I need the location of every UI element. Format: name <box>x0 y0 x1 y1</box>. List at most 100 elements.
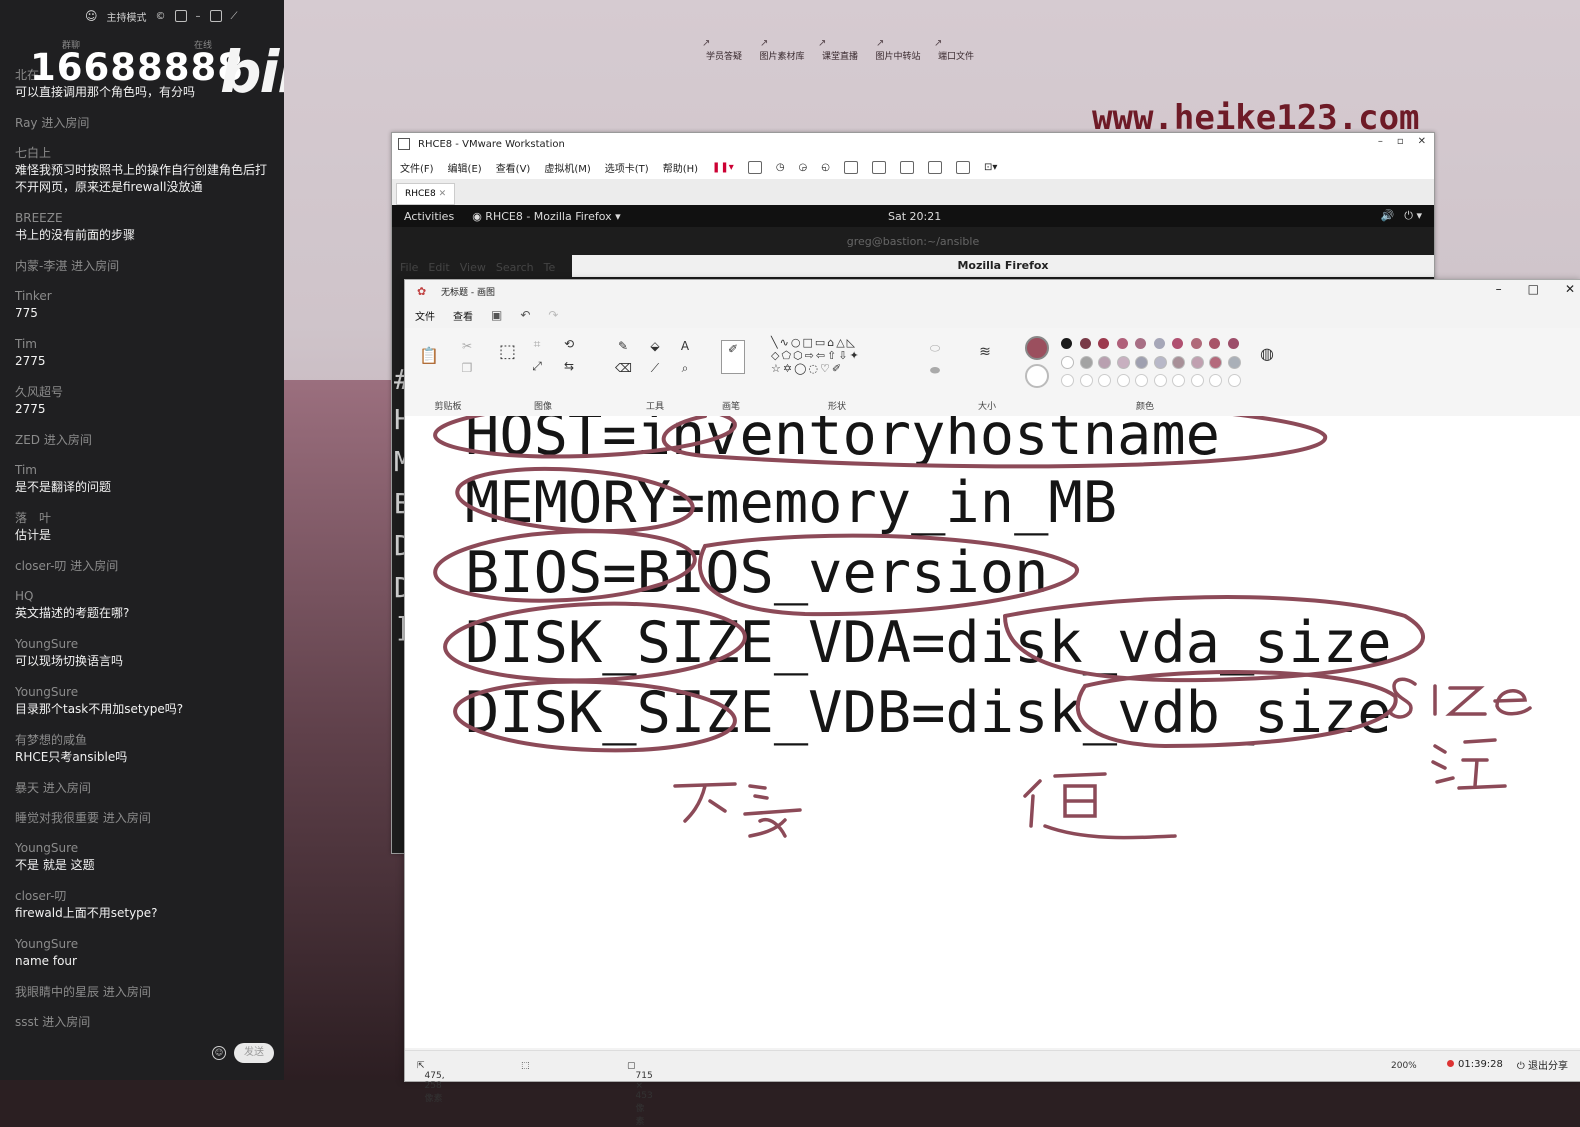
palette-empty-swatch[interactable] <box>1172 374 1185 387</box>
send-keys-icon[interactable] <box>747 160 762 174</box>
shapes-gallery[interactable]: ╲∿○□▭⌂△◺ ◇⬠⬡⇨⇦⇧⇩✦ ☆✡◯◌♡✐ <box>771 336 861 375</box>
paste-icon[interactable]: 📋 <box>419 348 439 364</box>
magnifier-icon[interactable]: ⌕ <box>677 360 693 376</box>
palette-swatch[interactable] <box>1061 338 1072 349</box>
palette-swatch[interactable] <box>1227 338 1239 349</box>
tabs-view-icon[interactable] <box>872 160 887 174</box>
paint-canvas[interactable]: HOST=inventoryhostname MEMORY=memory_in_… <box>405 416 1580 1048</box>
paint-menu-file[interactable]: 文件 <box>415 308 435 323</box>
palette-swatch[interactable] <box>1190 356 1204 369</box>
undo-icon[interactable]: ↶ <box>520 308 530 322</box>
terminal-menu-edit[interactable]: Edit <box>428 261 449 274</box>
palette-swatch[interactable] <box>1135 338 1146 349</box>
snapshot-icon[interactable]: ◷ <box>776 162 785 173</box>
palette-empty-swatch[interactable] <box>1079 374 1093 387</box>
palette-swatch[interactable] <box>1190 338 1202 349</box>
palette-empty-swatch[interactable] <box>1098 374 1111 387</box>
desktop-icon-3[interactable]: ↗ 课堂直播 <box>812 38 868 62</box>
save-icon[interactable]: ▣ <box>491 308 502 322</box>
maximize-icon[interactable] <box>209 10 222 22</box>
chat-username[interactable]: 七白上 <box>15 145 277 162</box>
text-icon[interactable]: A <box>677 338 693 354</box>
menu-file[interactable]: 文件(F) <box>400 160 434 175</box>
palette-swatch[interactable] <box>1061 356 1074 369</box>
fill-style-icon[interactable]: ⬬ <box>927 362 943 378</box>
host-mode-label[interactable]: 主持模式 <box>107 9 147 24</box>
palette-swatch[interactable] <box>1209 356 1222 369</box>
send-button[interactable]: 发送 <box>234 1043 274 1063</box>
paint-menu-view[interactable]: 查看 <box>453 308 473 323</box>
chat-username[interactable]: YoungSure <box>15 936 277 953</box>
flip-icon[interactable]: ⇆ <box>561 358 577 374</box>
menu-tabs[interactable]: 选项卡(T) <box>605 160 649 175</box>
fill-icon[interactable]: ⬙ <box>647 338 663 354</box>
chat-username[interactable]: Tim <box>15 336 277 353</box>
select-icon[interactable]: ⬚ <box>499 343 516 361</box>
chat-username[interactable]: Tim <box>15 462 277 479</box>
palette-empty-swatch[interactable] <box>1135 374 1148 387</box>
desktop-icon-4[interactable]: ↗ 图片中转站 <box>870 38 926 62</box>
maximize-icon[interactable]: □ <box>1528 282 1539 296</box>
terminal-menu-file[interactable]: File <box>400 261 418 274</box>
chat-username[interactable]: YoungSure <box>15 840 277 857</box>
palette-empty-swatch[interactable] <box>1227 374 1241 387</box>
sidebar-view-icon[interactable] <box>844 160 859 174</box>
maximize-icon[interactable]: ▫ <box>1397 136 1404 147</box>
menu-help[interactable]: 帮助(H) <box>663 160 698 175</box>
stretch-icon[interactable]: ⊡▾ <box>984 162 997 173</box>
palette-empty-swatch[interactable] <box>1190 374 1204 387</box>
chat-username[interactable]: YoungSure <box>15 636 277 653</box>
chat-username[interactable]: 有梦想的咸鱼 <box>15 732 277 749</box>
eraser-icon[interactable]: ⌫ <box>615 360 632 376</box>
chat-username[interactable]: HQ <box>15 588 277 605</box>
palette-swatch[interactable] <box>1079 356 1093 369</box>
redo-icon[interactable]: ↷ <box>548 308 558 322</box>
pencil-icon[interactable]: ✎ <box>615 338 631 354</box>
app-menu[interactable]: ◉ RHCE8 - Mozilla Firefox ▾ <box>472 210 620 223</box>
close-icon[interactable]: ✕ <box>439 189 447 199</box>
palette-swatch[interactable] <box>1098 356 1111 369</box>
fullscreen-icon[interactable] <box>900 160 915 174</box>
chat-username[interactable]: BREEZE <box>15 210 277 227</box>
user-icon[interactable]: ☺ <box>85 9 98 23</box>
palette-swatch[interactable] <box>1153 338 1165 349</box>
palette-swatch[interactable] <box>1153 356 1167 369</box>
exit-share-button[interactable]: ⏻ 退出分享 <box>1517 1057 1568 1072</box>
pause-icon[interactable]: ❚❚▾ <box>712 162 734 173</box>
palette-swatch[interactable] <box>1079 338 1091 349</box>
palette-swatch[interactable] <box>1172 338 1183 349</box>
chat-username[interactable]: YoungSure <box>15 684 277 701</box>
terminal-menu-terminal[interactable]: Te <box>544 261 556 274</box>
menu-edit[interactable]: 编辑(E) <box>448 160 482 175</box>
unity-icon[interactable] <box>928 160 943 174</box>
palette-empty-swatch[interactable] <box>1116 374 1130 387</box>
chat-username[interactable]: 久风超号 <box>15 384 277 401</box>
snapshot-manager-icon[interactable]: ◵ <box>821 162 830 173</box>
close-icon[interactable]: ⟋ <box>231 11 238 22</box>
palette-swatch[interactable] <box>1172 356 1185 369</box>
desktop-icon-5[interactable]: ↗ 端口文件 <box>928 38 984 62</box>
clock[interactable]: Sat 20:21 <box>888 210 941 223</box>
cut-icon[interactable]: ✂ <box>459 338 475 354</box>
line-size-icon[interactable]: ≋ <box>977 344 993 360</box>
power-icon[interactable]: ⏻ ▾ <box>1404 209 1422 223</box>
chat-username[interactable]: Tinker <box>15 288 277 305</box>
palette-swatch[interactable] <box>1116 338 1128 349</box>
crop-icon[interactable]: ⌗ <box>529 336 545 352</box>
color-picker-icon[interactable]: ⟋ <box>647 360 663 376</box>
palette-empty-swatch[interactable] <box>1061 374 1074 387</box>
outline-icon[interactable]: ⬭ <box>927 340 943 356</box>
square-icon[interactable] <box>174 10 187 22</box>
emoji-icon[interactable]: ☺ <box>212 1046 226 1060</box>
resize-icon[interactable]: ⤢ <box>529 358 545 374</box>
chat-username[interactable]: closer-叨 <box>15 888 277 905</box>
palette-empty-swatch[interactable] <box>1209 374 1222 387</box>
vm-tab-rhce8[interactable]: RHCE8 ✕ <box>396 183 456 205</box>
menu-vm[interactable]: 虚拟机(M) <box>544 160 590 175</box>
rotate-icon[interactable]: ⟲ <box>561 336 577 352</box>
chat-username[interactable]: 落 叶 <box>15 510 277 527</box>
snapshot-revert-icon[interactable]: ◶ <box>799 162 808 173</box>
palette-swatch[interactable] <box>1227 356 1241 369</box>
minimize-icon[interactable]: – <box>196 11 201 22</box>
palette-swatch[interactable] <box>1116 356 1130 369</box>
